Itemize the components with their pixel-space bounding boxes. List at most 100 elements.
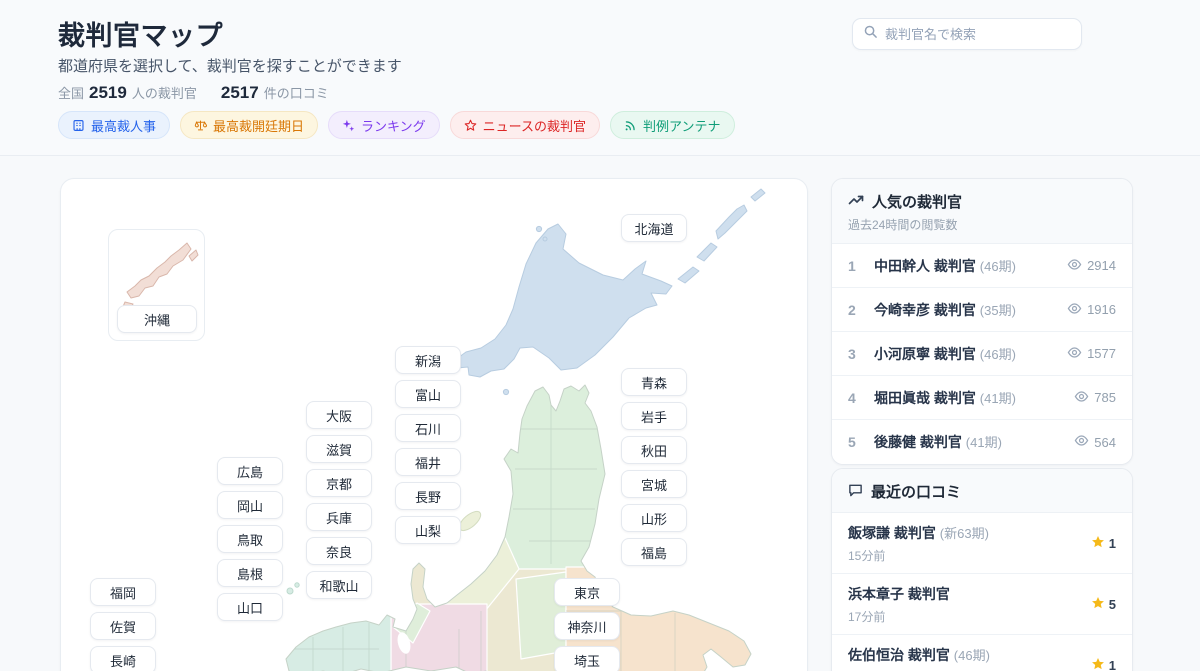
prefecture-button-北海道[interactable]: 北海道 (621, 214, 687, 242)
review-rating: 5 (1091, 596, 1116, 613)
search-box[interactable] (852, 18, 1082, 50)
reviews-count: 2517 (220, 83, 259, 102)
review-rating: 1 (1091, 657, 1116, 671)
prefecture-button-神奈川[interactable]: 神奈川 (554, 612, 620, 640)
judge-name: 今崎幸彦 裁判官 (35期) (874, 301, 1016, 318)
view-count: 785 (1074, 389, 1116, 407)
prefecture-button-秋田[interactable]: 秋田 (621, 436, 687, 464)
okinawa-inset: 沖縄 (108, 229, 205, 341)
view-count: 2914 (1067, 257, 1116, 275)
speech-bubble-icon (848, 482, 863, 501)
eye-icon (1067, 257, 1082, 275)
eye-icon (1067, 345, 1082, 363)
region-hokkaido (454, 188, 766, 396)
badge-sparkles[interactable]: ランキング (328, 111, 440, 139)
reviews-suffix: 件の口コミ (263, 86, 329, 101)
prefecture-button-福島[interactable]: 福島 (621, 538, 687, 566)
sparkles-icon (342, 119, 355, 132)
judge-map-page: 裁判官マップ 都道府県を選択して、裁判官を探すことができます 全国 2519 人… (0, 0, 1200, 671)
prefecture-button-大阪[interactable]: 大阪 (306, 401, 372, 429)
prefecture-button-山口[interactable]: 山口 (217, 593, 283, 621)
prefecture-button-福岡[interactable]: 福岡 (90, 578, 156, 606)
prefecture-button-滋賀[interactable]: 滋賀 (306, 435, 372, 463)
prefecture-button-石川[interactable]: 石川 (395, 414, 461, 442)
review-row[interactable]: 飯塚謙 裁判官 (新63期) 15分前 1 (832, 513, 1132, 574)
judges-suffix: 人の裁判官 (131, 86, 197, 101)
prefecture-button-島根[interactable]: 島根 (217, 559, 283, 587)
prefecture-button-青森[interactable]: 青森 (621, 368, 687, 396)
rank-number: 1 (848, 257, 856, 274)
prefecture-button-兵庫[interactable]: 兵庫 (306, 503, 372, 531)
prefecture-button-宮城[interactable]: 宮城 (621, 470, 687, 498)
judge-term: (46期) (979, 346, 1016, 362)
popular-judge-row[interactable]: 2 今崎幸彦 裁判官 (35期) 1916 (832, 288, 1132, 332)
judge-name: 中田幹人 裁判官 (46期) (874, 257, 1016, 274)
judge-name: 飯塚謙 裁判官 (新63期) (848, 525, 989, 541)
reviews-panel-title: 最近の口コミ (871, 484, 962, 501)
star-outline-icon (464, 119, 477, 132)
badge-star-outline[interactable]: ニュースの裁判官 (449, 111, 601, 139)
prefecture-button-鳥取[interactable]: 鳥取 (217, 525, 283, 553)
judge-name: 佐伯恒治 裁判官 (46期) (848, 647, 990, 663)
review-time: 15分前 (848, 549, 886, 563)
oki-islands (286, 587, 294, 595)
prefecture-button-奈良[interactable]: 奈良 (306, 537, 372, 565)
recent-reviews-panel: 最近の口コミ 飯塚謙 裁判官 (新63期) 15分前 1 浜本章子 裁判官 17… (831, 468, 1133, 671)
badge-scales[interactable]: 最高裁開廷期日 (180, 111, 319, 139)
star-icon (1091, 657, 1105, 671)
judge-name: 後藤健 裁判官 (41期) (874, 434, 1002, 450)
stats-line: 全国 2519 人の裁判官 2517 件の口コミ (58, 83, 329, 103)
prefecture-button-okinawa[interactable]: 沖縄 (117, 305, 197, 333)
prefecture-button-長崎[interactable]: 長崎 (90, 646, 156, 671)
badge-building[interactable]: 最高裁人事 (58, 111, 171, 139)
prefecture-button-岡山[interactable]: 岡山 (217, 491, 283, 519)
prefecture-button-岩手[interactable]: 岩手 (621, 402, 687, 430)
star-icon (1091, 596, 1105, 613)
judge-term: (46期) (953, 648, 990, 663)
prefecture-button-山梨[interactable]: 山梨 (395, 516, 461, 544)
popular-judge-row[interactable]: 5 後藤健 裁判官 (41期) 564 (832, 420, 1132, 464)
judge-term: (新63期) (939, 526, 989, 541)
badge-rss[interactable]: 判例アンテナ (610, 111, 735, 139)
search-icon (863, 24, 878, 44)
popular-judge-row[interactable]: 3 小河原寧 裁判官 (46期) 1577 (832, 332, 1132, 376)
review-time: 17分前 (848, 610, 886, 624)
prefecture-button-埼玉[interactable]: 埼玉 (554, 646, 620, 671)
prefecture-button-佐賀[interactable]: 佐賀 (90, 612, 156, 640)
view-count: 1577 (1067, 345, 1116, 363)
reviews-list: 飯塚謙 裁判官 (新63期) 15分前 1 浜本章子 裁判官 17分前 5 佐伯… (832, 513, 1132, 671)
prefecture-button-新潟[interactable]: 新潟 (395, 346, 461, 374)
review-rating: 1 (1091, 535, 1116, 552)
judges-count: 2519 (89, 83, 127, 102)
review-row[interactable]: 佐伯恒治 裁判官 (46期) 26分前 1 (832, 635, 1132, 671)
trending-up-icon (848, 192, 864, 212)
page-subtitle: 都道府県を選択して、裁判官を探すことができます (58, 58, 402, 75)
popular-panel-header: 人気の裁判官 過去24時間の閲覧数 (832, 179, 1132, 244)
judge-term: (41期) (979, 390, 1016, 406)
view-count: 1916 (1067, 301, 1116, 319)
judge-term: (46期) (979, 258, 1016, 274)
search-input[interactable] (885, 26, 1071, 42)
judge-name: 小河原寧 裁判官 (46期) (874, 345, 1016, 362)
building-icon (72, 119, 85, 132)
judge-term: (41期) (965, 435, 1002, 450)
popular-judge-row[interactable]: 4 堀田眞哉 裁判官 (41期) 785 (832, 376, 1132, 420)
rank-number: 4 (848, 389, 856, 406)
rank-number: 5 (848, 434, 856, 450)
review-row[interactable]: 浜本章子 裁判官 17分前 5 (832, 574, 1132, 635)
prefecture-button-東京[interactable]: 東京 (554, 578, 620, 606)
prefecture-button-京都[interactable]: 京都 (306, 469, 372, 497)
prefecture-button-和歌山[interactable]: 和歌山 (306, 571, 372, 599)
eye-icon (1067, 301, 1082, 319)
prefecture-button-山形[interactable]: 山形 (621, 504, 687, 532)
popular-list: 1 中田幹人 裁判官 (46期) 2914 2 今崎幸彦 裁判官 (35期) 1… (832, 244, 1132, 464)
prefecture-button-長野[interactable]: 長野 (395, 482, 461, 510)
page-header: 裁判官マップ 都道府県を選択して、裁判官を探すことができます 全国 2519 人… (0, 0, 1200, 156)
prefecture-button-福井[interactable]: 福井 (395, 448, 461, 476)
quick-link-badges: 最高裁人事 最高裁開廷期日 ランキング ニュースの裁判官 判例アンテナ (58, 111, 735, 139)
popular-judge-row[interactable]: 1 中田幹人 裁判官 (46期) 2914 (832, 244, 1132, 288)
prefecture-button-富山[interactable]: 富山 (395, 380, 461, 408)
judge-name: 浜本章子 裁判官 (848, 586, 950, 602)
japan-map-card: 沖縄 北海道青森岩手秋田宮城山形福島 新潟富山石川福井長野山梨 大阪滋賀京都兵庫奈良… (60, 178, 808, 671)
prefecture-button-広島[interactable]: 広島 (217, 457, 283, 485)
